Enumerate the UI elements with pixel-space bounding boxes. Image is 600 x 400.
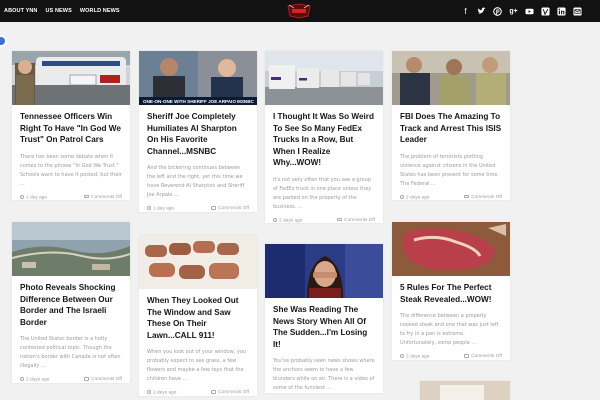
article-excerpt: When you look out of your window, you pr… (147, 349, 247, 382)
comment-icon (464, 354, 470, 358)
article-title[interactable]: Photo Reveals Shocking Difference Betwee… (12, 276, 130, 328)
ynn-logo-icon[interactable] (286, 3, 312, 19)
comment-icon (84, 194, 90, 198)
article-title[interactable]: When They Looked Out The Window and Saw … (139, 289, 257, 341)
article-date: 2 days ago (273, 217, 302, 223)
article-comments[interactable]: Comments Off (464, 194, 502, 201)
social-links: f g+ (461, 0, 582, 22)
article-date: 1 day ago (147, 206, 174, 212)
article-thumbnail-steak[interactable] (392, 222, 510, 276)
comment-icon (337, 217, 343, 221)
article-comments[interactable]: Comments Off (337, 217, 375, 224)
article-card[interactable]: She Was Reading The News Story When All … (265, 244, 383, 393)
nav-world-news[interactable]: WORLD NEWS (80, 8, 120, 14)
clock-icon (400, 194, 404, 199)
comment-icon (211, 390, 217, 394)
article-date: 2 days ago (400, 354, 429, 360)
article-date: 2 days ago (20, 377, 49, 383)
article-excerpt: The problem of terrorists plotting viole… (400, 153, 500, 187)
article-date: 2 days ago (400, 194, 429, 200)
google-plus-icon[interactable]: g+ (509, 7, 518, 16)
article-date: 1 day ago (20, 194, 47, 200)
clock-icon (20, 377, 24, 381)
clock-icon (20, 194, 24, 199)
clock-icon (147, 390, 151, 394)
pinterest-icon[interactable] (493, 6, 502, 16)
facebook-icon[interactable]: f (461, 7, 470, 16)
top-navigation-bar: ABOUT YNN US NEWS WORLD NEWS f g+ (0, 0, 600, 22)
article-card[interactable]: FBI Does The Amazing To Track and Arrest… (392, 51, 510, 200)
article-meta: 1 day ago Comments Off (12, 189, 130, 201)
thumbnail-logo: MSNBC (237, 99, 255, 104)
article-title[interactable]: She Was Reading The News Story When All … (265, 298, 383, 350)
thumbnail-caption: ONE-ON-ONE WITH SHERIFF JOE ARPAIO (143, 99, 236, 104)
article-excerpt: You've probably seen news shows where th… (273, 358, 375, 391)
article-comments[interactable]: Comments Off (84, 194, 122, 201)
article-title[interactable]: Sheriff Joe Completely Humiliates Al Sha… (139, 105, 257, 157)
vine-icon[interactable] (541, 6, 550, 16)
clock-icon (147, 206, 151, 210)
comment-icon (464, 194, 470, 198)
side-panel-toggle[interactable] (0, 35, 7, 47)
article-card[interactable]: When They Looked Out The Window and Saw … (139, 235, 257, 396)
article-thumbnail-lawn-objects[interactable] (139, 235, 257, 289)
article-meta: 2 days ago Comments Off (12, 371, 130, 383)
twitter-icon[interactable] (477, 7, 486, 16)
article-thumbnail-police-car[interactable] (12, 51, 130, 105)
article-card[interactable]: 5 Rules For The Perfect Steak Revealed..… (392, 222, 510, 360)
article-title[interactable]: I Thought It Was So Weird To See So Many… (265, 105, 383, 169)
main-nav: ABOUT YNN US NEWS WORLD NEWS (4, 0, 120, 22)
article-card[interactable]: Photo Reveals Shocking Difference Betwee… (12, 222, 130, 383)
article-card[interactable]: I Thought It Was So Weird To See So Many… (265, 51, 383, 223)
article-meta: 1 day ago Comments Off (139, 200, 257, 212)
article-comments[interactable]: Comments Off (211, 390, 249, 396)
article-thumbnail-partial[interactable] (420, 381, 510, 400)
article-meta: 2 days ago Comments Off (392, 348, 510, 360)
article-title[interactable]: 5 Rules For The Perfect Steak Revealed..… (392, 276, 510, 305)
nav-us-news[interactable]: US NEWS (46, 8, 72, 14)
article-thumbnail-news-anchor[interactable] (265, 244, 383, 298)
article-excerpt: And the bickering continues between the … (147, 165, 245, 198)
article-excerpt: There has been some debate when it comes… (20, 153, 122, 187)
article-card[interactable]: ONE-ON-ONE WITH SHERIFF JOE ARPAIO MSNBC… (139, 51, 257, 212)
article-comments[interactable]: Comments Off (211, 206, 249, 212)
comment-icon (84, 377, 90, 381)
email-icon[interactable] (573, 6, 582, 16)
article-thumbnail-border-aerial[interactable] (12, 222, 130, 276)
article-excerpt: The United States border is a hotly cont… (20, 336, 121, 369)
article-excerpt: The difference between a properly cooked… (400, 313, 499, 346)
article-comments[interactable]: Comments Off (84, 377, 122, 383)
article-meta: 2 days ago Comments Off (392, 189, 510, 201)
comment-icon (211, 206, 217, 210)
article-thumbnail-arrest[interactable] (392, 51, 510, 105)
article-title[interactable]: FBI Does The Amazing To Track and Arrest… (392, 105, 510, 146)
youtube-icon[interactable] (525, 7, 534, 16)
article-thumbnail-fedex-trucks[interactable] (265, 51, 383, 105)
article-date: 2 days ago (147, 390, 176, 396)
article-excerpt: It's not very often that you see a group… (273, 176, 372, 210)
clock-icon (400, 354, 404, 358)
article-title[interactable]: Tennessee Officers Win Right To Have "In… (12, 105, 130, 146)
clock-icon (273, 217, 277, 222)
linkedin-icon[interactable] (557, 6, 566, 16)
article-card[interactable]: Tennessee Officers Win Right To Have "In… (12, 51, 130, 200)
article-card-partial[interactable] (420, 381, 510, 400)
article-meta: 2 days ago Comments Off (265, 212, 383, 224)
article-thumbnail-tv-interview[interactable]: ONE-ON-ONE WITH SHERIFF JOE ARPAIO MSNBC (139, 51, 257, 105)
nav-about-ynn[interactable]: ABOUT YNN (4, 8, 38, 14)
article-meta: 2 days ago Comments Off (139, 384, 257, 396)
article-comments[interactable]: Comments Off (464, 354, 502, 360)
